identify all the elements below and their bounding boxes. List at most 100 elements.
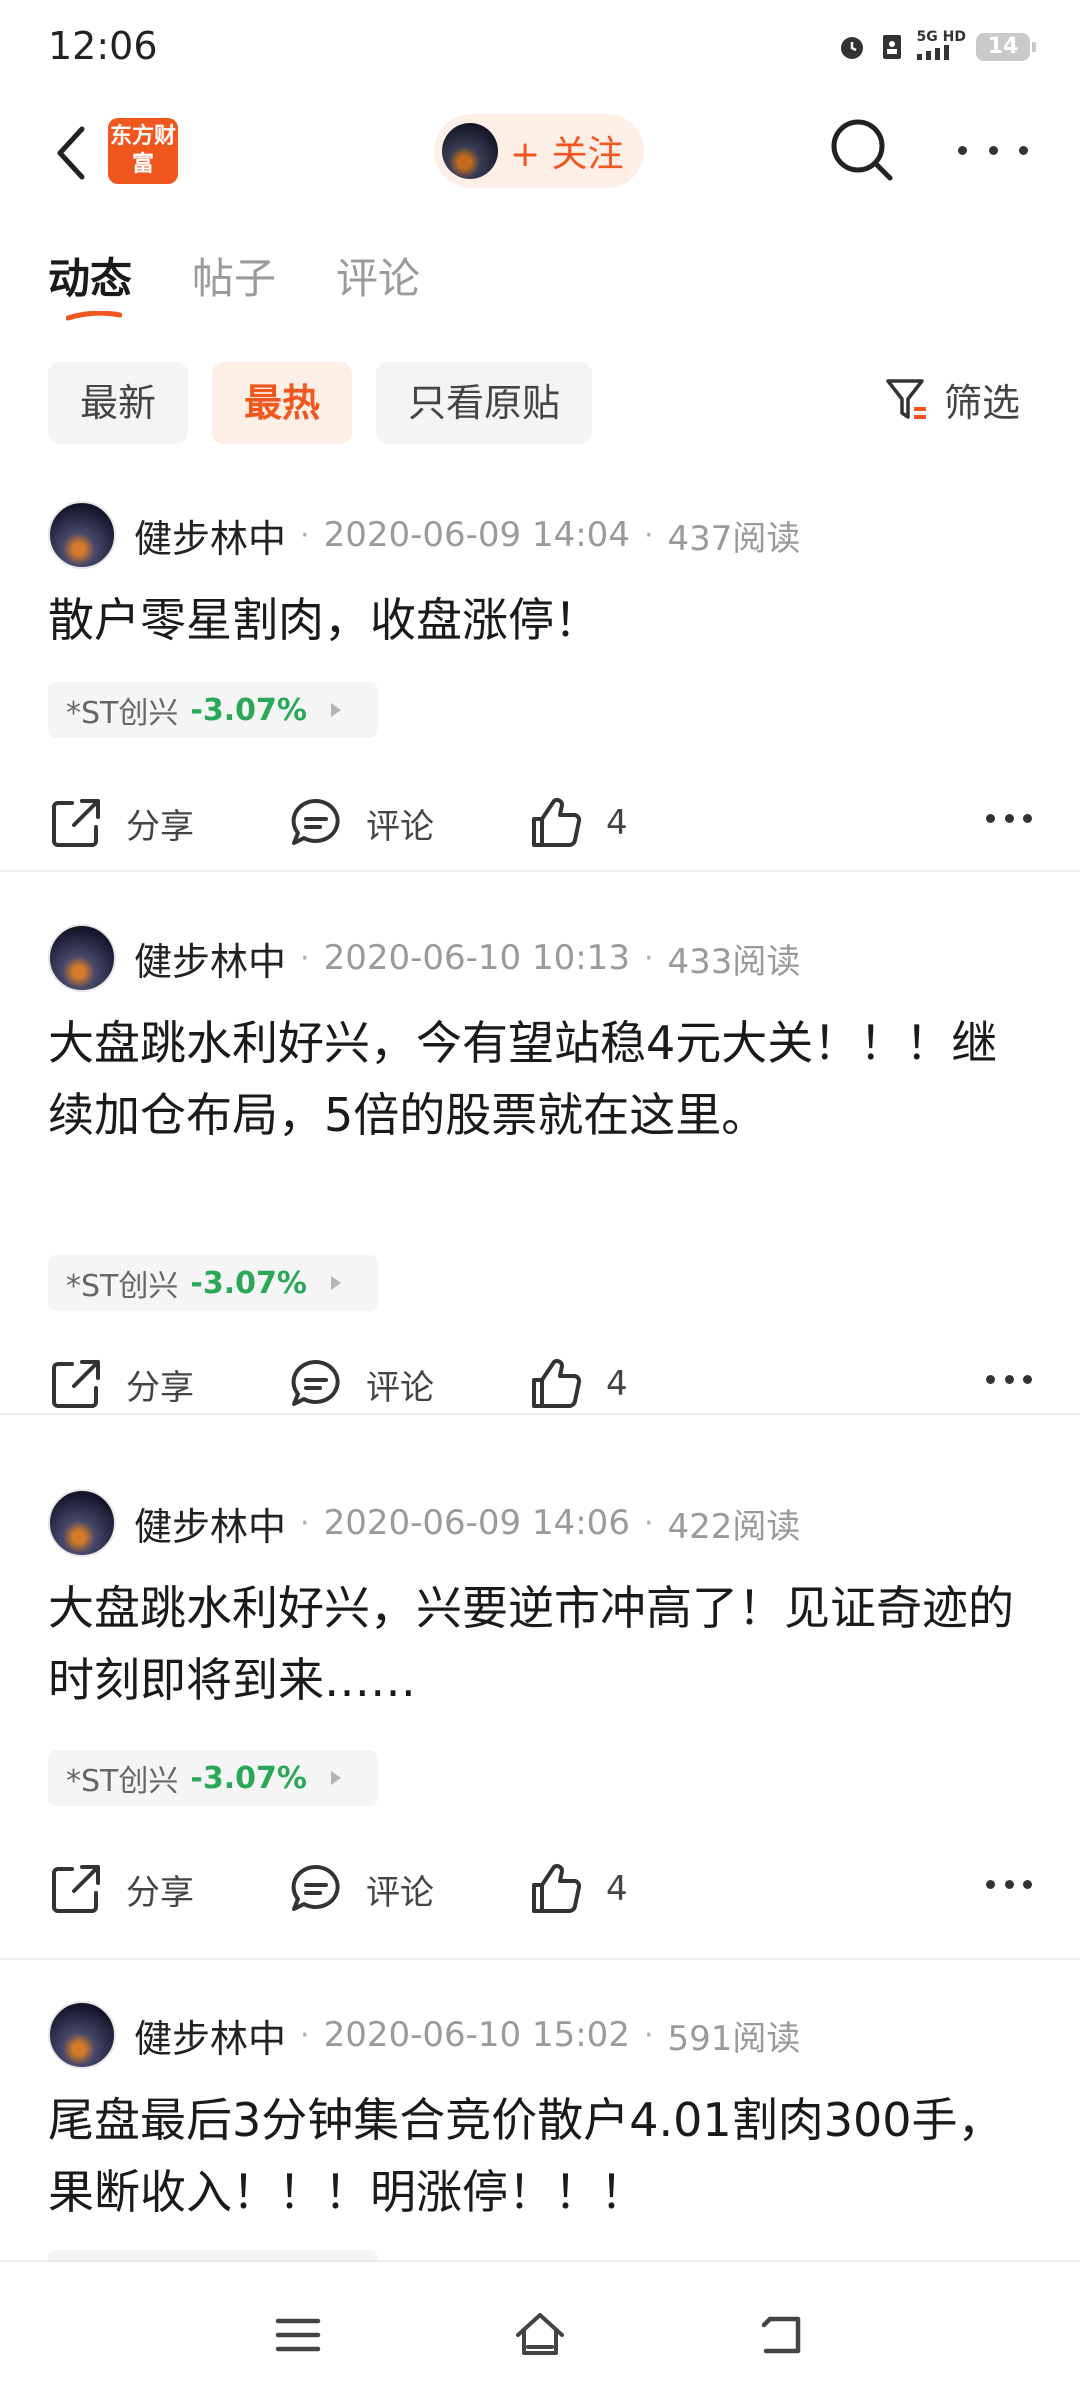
main-tabs: 动态 帖子 评论 (48, 245, 420, 335)
post-text[interactable]: 大盘跳水利好兴，今有望站稳4元大关！！！继续加仓布局，5倍的股票就在这里。 (48, 1007, 1018, 1151)
stock-tag[interactable] (48, 2250, 378, 2260)
follow-avatar (442, 123, 498, 179)
share-icon (52, 1865, 100, 1913)
post-date: 2020-06-10 15:02 (323, 2015, 630, 2055)
filter-icon (886, 378, 926, 419)
post-card[interactable]: 健步林中 · 2020-06-10 10:13 · 433阅读 大盘跳水利好兴，… (0, 915, 1080, 1415)
nav-back-button[interactable] (742, 2300, 822, 2370)
tab-dynamics-label: 动态 (48, 254, 133, 303)
comment-icon (291, 798, 340, 845)
comment-label: 评论 (366, 806, 434, 847)
filter-label: 筛选 (944, 381, 1021, 425)
tab-active-underline (66, 311, 122, 321)
author-name[interactable]: 健步林中 (134, 2008, 286, 2063)
comment-button[interactable]: 评论 (288, 788, 434, 858)
filter-chips: 最新 最热 只看原贴 (48, 362, 593, 444)
like-button[interactable]: 4 (528, 1854, 628, 1924)
avatar[interactable] (48, 501, 116, 569)
post-more-button[interactable] (986, 1375, 1032, 1385)
thumbs-up-icon (532, 1359, 582, 1408)
filter-button[interactable]: 筛选 (884, 372, 1020, 427)
follow-button[interactable]: + 关注 (434, 114, 644, 188)
thumbs-up-icon (532, 798, 582, 847)
tab-posts-label: 帖子 (192, 254, 277, 303)
stock-tag[interactable]: *ST创兴 -3.07% (48, 682, 378, 738)
stock-change: -3.07% (190, 692, 307, 728)
stock-arrow-icon (330, 1276, 341, 1290)
stock-change: -3.07% (190, 1760, 307, 1796)
share-button[interactable]: 分享 (48, 1349, 194, 1419)
nav-menu-button[interactable] (258, 2300, 338, 2370)
sim-icon (882, 35, 901, 59)
app-logo[interactable]: 东方财富 (108, 118, 178, 184)
status-time: 12:06 (48, 24, 158, 68)
stock-tag[interactable]: *ST创兴 -3.07% (48, 1255, 378, 1311)
post-more-button[interactable] (986, 814, 1032, 824)
comment-icon (291, 1864, 340, 1911)
share-button[interactable]: 分享 (48, 1854, 194, 1924)
like-count: 4 (606, 1869, 628, 1909)
tab-posts[interactable]: 帖子 (192, 245, 276, 305)
stock-change: -3.07% (190, 1265, 307, 1301)
post-text[interactable]: 散户零星割肉，收盘涨停！ (48, 584, 1032, 656)
stock-tag[interactable]: *ST创兴 -3.07% (48, 1750, 378, 1806)
menu-icon (275, 2318, 321, 2352)
stock-name: *ST创兴 (66, 1269, 179, 1304)
app-bar: 东方财富 + 关注 (0, 100, 1080, 210)
stock-name: *ST创兴 (66, 1764, 179, 1799)
follow-label: + 关注 (510, 134, 624, 175)
comment-icon (291, 1359, 340, 1406)
system-nav-bar (0, 2270, 1080, 2400)
read-count: 437阅读 (667, 518, 801, 559)
post-date: 2020-06-10 10:13 (323, 938, 630, 978)
author-name[interactable]: 健步林中 (134, 1496, 286, 1551)
tab-comments[interactable]: 评论 (336, 245, 420, 305)
chip-hottest[interactable]: 最热 (212, 362, 353, 444)
search-icon[interactable] (826, 114, 898, 186)
back-icon (761, 2316, 801, 2354)
stock-name: *ST创兴 (66, 696, 179, 731)
like-button[interactable]: 4 (528, 1349, 628, 1419)
avatar[interactable] (48, 1489, 116, 1557)
network-indicator: 5G HD (916, 29, 966, 64)
post-header: 健步林中 · 2020-06-09 14:04 · 437阅读 (48, 500, 800, 570)
post-actions: 分享 评论 4 (48, 1349, 1032, 1419)
home-icon (516, 2313, 564, 2355)
post-text[interactable]: 尾盘最后3分钟集合竞价散户4.01割肉300手，果断收入！！！明涨停！！！ (48, 2084, 1008, 2228)
post-card[interactable]: 健步林中 · 2020-06-09 14:06 · 422阅读 大盘跳水利好兴，… (0, 1480, 1080, 1960)
post-header: 健步林中 · 2020-06-09 14:06 · 422阅读 (48, 1488, 800, 1558)
more-menu-button[interactable] (958, 130, 1028, 170)
stock-arrow-icon (330, 1771, 341, 1785)
avatar[interactable] (48, 2001, 116, 2069)
like-button[interactable]: 4 (528, 788, 628, 858)
post-date: 2020-06-09 14:04 (323, 515, 630, 555)
share-button[interactable]: 分享 (48, 788, 194, 858)
battery-indicator: 14 (976, 33, 1036, 61)
post-card[interactable]: 健步林中 · 2020-06-10 15:02 · 591阅读 尾盘最后3分钟集… (0, 1992, 1080, 2262)
author-name[interactable]: 健步林中 (134, 508, 286, 563)
comment-button[interactable]: 评论 (288, 1854, 434, 1924)
like-count: 4 (606, 803, 628, 843)
post-date: 2020-06-09 14:06 (323, 1503, 630, 1543)
avatar[interactable] (48, 924, 116, 992)
back-button[interactable] (40, 118, 100, 188)
author-name[interactable]: 健步林中 (134, 931, 286, 986)
network-label: 5G HD (916, 29, 966, 45)
alarm-icon (840, 37, 863, 59)
nav-home-button[interactable] (500, 2300, 580, 2370)
share-icon (52, 1360, 100, 1408)
status-bar: 12:06 5G HD 14 (0, 0, 1080, 100)
share-label: 分享 (126, 1872, 194, 1913)
read-count: 422阅读 (667, 1506, 801, 1547)
share-label: 分享 (126, 1367, 194, 1408)
tab-dynamics[interactable]: 动态 (48, 245, 133, 321)
post-actions: 分享 评论 4 (48, 1854, 1032, 1924)
post-more-button[interactable] (986, 1880, 1032, 1890)
comment-button[interactable]: 评论 (288, 1349, 434, 1419)
chip-latest[interactable]: 最新 (48, 362, 189, 444)
chip-original-only[interactable]: 只看原贴 (376, 362, 593, 444)
tab-comments-label: 评论 (336, 254, 421, 303)
post-card[interactable]: 健步林中 · 2020-06-09 14:04 · 437阅读 散户零星割肉，收… (0, 492, 1080, 872)
post-header: 健步林中 · 2020-06-10 10:13 · 433阅读 (48, 923, 800, 993)
post-text[interactable]: 大盘跳水利好兴，兴要逆市冲高了！见证奇迹的时刻即将到来…… (48, 1572, 1038, 1716)
